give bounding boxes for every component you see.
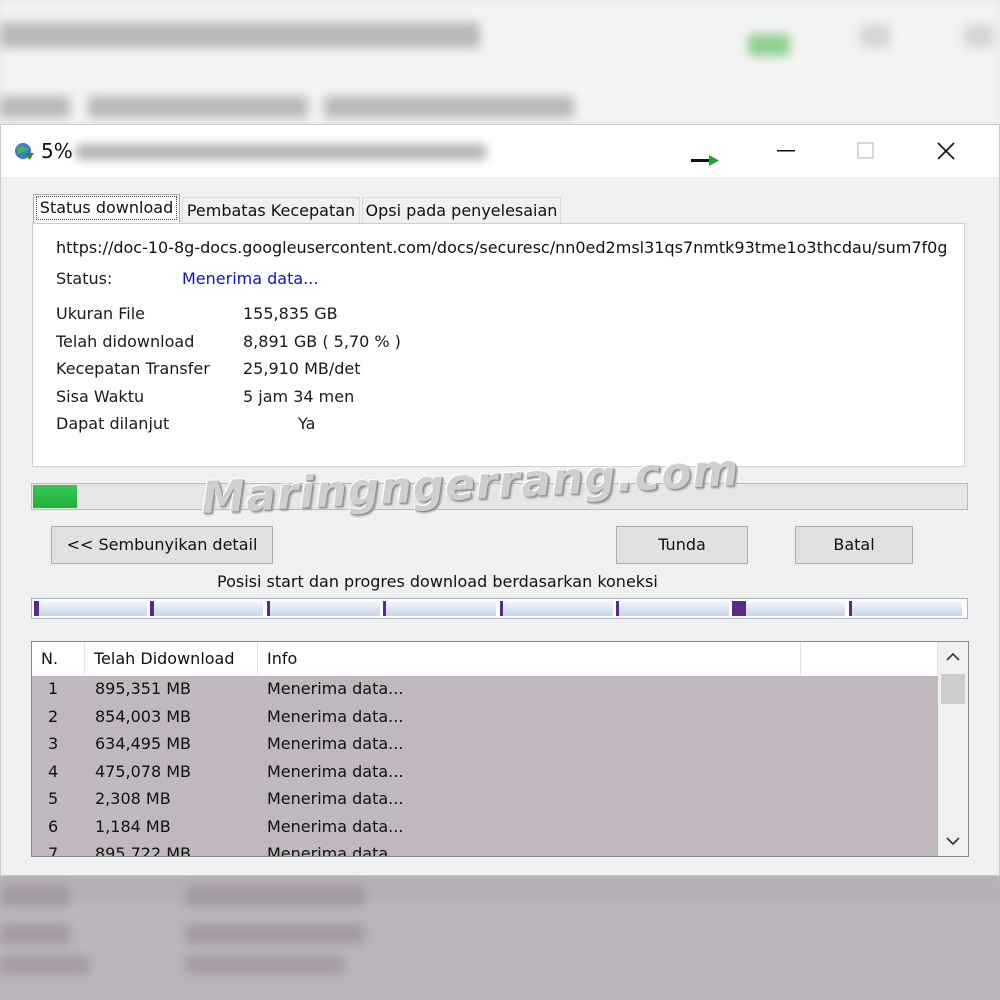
transfer-rate-label: Kecepatan Transfer bbox=[56, 359, 210, 378]
row-info: Menerima data... bbox=[267, 844, 404, 856]
file-size-value: 155,835 GB bbox=[243, 304, 338, 323]
connection-segment bbox=[500, 601, 613, 616]
connections-caption: Posisi start dan progres download berdas… bbox=[217, 572, 658, 591]
tab-completion-options[interactable]: Opsi pada penyelesaian bbox=[362, 197, 561, 225]
transfer-rate-value: 25,910 MB/det bbox=[243, 359, 361, 378]
row-number: 4 bbox=[48, 761, 59, 781]
table-body: 1 895,351 MB Menerima data... 2 854,003 … bbox=[32, 676, 938, 856]
table-header: N. Telah Didownload Info bbox=[32, 642, 938, 675]
pause-button[interactable]: Tunda bbox=[616, 526, 748, 564]
download-arrow-icon bbox=[691, 151, 721, 166]
close-icon bbox=[937, 142, 955, 160]
download-progress-fill bbox=[33, 485, 77, 508]
download-url: https://doc-10-8g-docs.googleusercontent… bbox=[56, 238, 946, 257]
table-row[interactable]: 7 895,722 MB Menerima data... bbox=[32, 841, 938, 856]
row-downloaded: 475,078 MB bbox=[95, 761, 192, 781]
scroll-down-button[interactable] bbox=[938, 826, 968, 856]
row-number: 2 bbox=[48, 706, 59, 726]
row-info: Menerima data... bbox=[267, 679, 404, 698]
downloaded-value: 8,891 GB ( 5,70 % ) bbox=[243, 332, 401, 351]
close-button[interactable] bbox=[906, 127, 986, 175]
table-row[interactable]: 3 634,495 MB Menerima data... bbox=[32, 731, 938, 759]
table-row[interactable]: 6 1,184 MB Menerima data... bbox=[32, 814, 938, 842]
connections-table: N. Telah Didownload Info 1 895,351 MB Me… bbox=[31, 641, 969, 857]
row-info: Menerima data... bbox=[267, 706, 404, 726]
row-info: Menerima data... bbox=[267, 734, 404, 753]
connection-segment bbox=[732, 601, 845, 616]
download-dialog: 5% Status download Pembatas Kecepatan Op… bbox=[0, 124, 1000, 876]
tab-status-download[interactable]: Status download bbox=[33, 194, 180, 224]
column-header-number[interactable]: N. bbox=[32, 642, 85, 675]
title-progress-percent: 5% bbox=[41, 139, 73, 163]
column-header-downloaded[interactable]: Telah Didownload bbox=[85, 642, 258, 675]
connection-segment bbox=[34, 601, 147, 616]
hide-details-button[interactable]: << Sembunyikan detail bbox=[51, 526, 273, 564]
idm-app-icon bbox=[12, 141, 36, 161]
maximize-button[interactable] bbox=[826, 127, 906, 175]
resume-capability-value: Ya bbox=[298, 414, 316, 433]
table-vertical-scrollbar[interactable] bbox=[938, 642, 968, 856]
row-downloaded: 1,184 MB bbox=[95, 816, 171, 836]
connection-segment bbox=[267, 601, 380, 616]
column-header-empty bbox=[801, 642, 938, 675]
connection-segment bbox=[150, 601, 263, 616]
minimize-button[interactable] bbox=[746, 127, 826, 175]
downloaded-label: Telah didownload bbox=[56, 332, 195, 351]
tab-speed-limiter[interactable]: Pembatas Kecepatan bbox=[182, 197, 360, 225]
status-label: Status: bbox=[56, 269, 113, 288]
table-row[interactable]: 1 895,351 MB Menerima data... bbox=[32, 676, 938, 704]
row-info: Menerima data... bbox=[267, 761, 404, 781]
table-row[interactable]: 2 854,003 MB Menerima data... bbox=[32, 704, 938, 732]
background-list-blurred bbox=[0, 876, 1000, 1000]
cancel-button[interactable]: Batal bbox=[795, 526, 913, 564]
maximize-icon bbox=[857, 142, 874, 159]
row-info: Menerima data... bbox=[267, 816, 404, 836]
table-row[interactable]: 4 475,078 MB Menerima data... bbox=[32, 759, 938, 787]
column-header-info[interactable]: Info bbox=[258, 642, 801, 675]
chevron-down-icon bbox=[946, 837, 960, 846]
row-downloaded: 2,308 MB bbox=[95, 789, 171, 808]
row-downloaded: 634,495 MB bbox=[95, 734, 192, 753]
download-progress-bar bbox=[31, 483, 968, 510]
row-number: 5 bbox=[48, 789, 59, 808]
connection-segment bbox=[383, 601, 496, 616]
status-value: Menerima data... bbox=[182, 269, 319, 288]
background-window-blurred bbox=[0, 0, 1000, 124]
time-left-value: 5 jam 34 men bbox=[243, 387, 355, 406]
row-downloaded: 854,003 MB bbox=[95, 706, 192, 726]
minimize-icon bbox=[777, 150, 795, 152]
chevron-up-icon bbox=[946, 652, 960, 661]
file-size-label: Ukuran File bbox=[56, 304, 146, 323]
row-info: Menerima data... bbox=[267, 789, 404, 808]
connection-segment bbox=[849, 601, 962, 616]
row-downloaded: 895,351 MB bbox=[95, 679, 192, 698]
title-bar[interactable]: 5% bbox=[1, 125, 999, 177]
table-row[interactable]: 5 2,308 MB Menerima data... bbox=[32, 786, 938, 814]
row-number: 6 bbox=[48, 816, 59, 836]
title-filename-blurred bbox=[75, 144, 487, 160]
time-left-label: Sisa Waktu bbox=[56, 387, 145, 406]
row-number: 7 bbox=[48, 844, 59, 856]
connection-segment bbox=[616, 601, 729, 616]
scroll-thumb[interactable] bbox=[941, 674, 965, 704]
row-downloaded: 895,722 MB bbox=[95, 844, 192, 856]
row-number: 1 bbox=[48, 679, 59, 698]
row-number: 3 bbox=[48, 734, 59, 753]
connections-progress-bar bbox=[31, 598, 968, 619]
resume-capability-label: Dapat dilanjut bbox=[56, 414, 170, 433]
scroll-up-button[interactable] bbox=[938, 642, 968, 672]
status-panel: https://doc-10-8g-docs.googleusercontent… bbox=[32, 223, 965, 467]
